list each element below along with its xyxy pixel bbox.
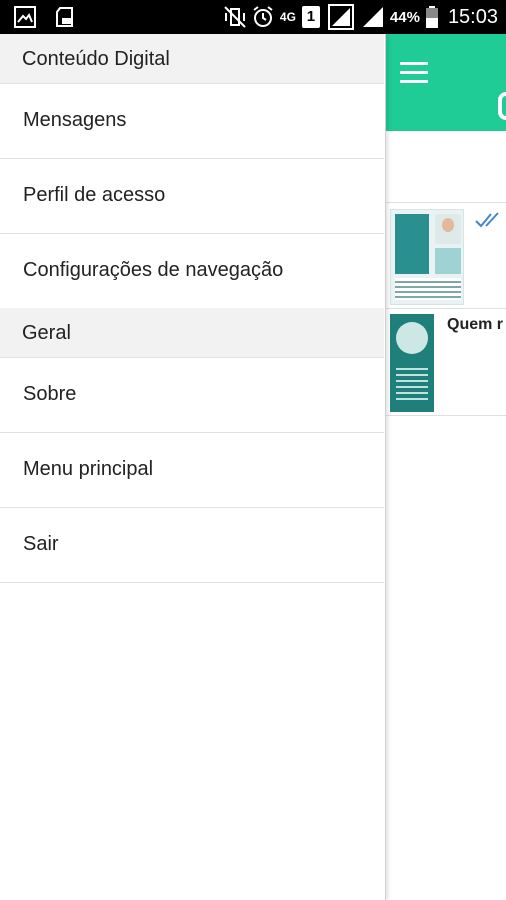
menu-item-label: Sair <box>23 533 59 555</box>
menu-item-mensagens[interactable]: Mensagens <box>0 84 384 159</box>
clock: 15:03 <box>447 5 498 28</box>
menu-item-perfil-de-acesso[interactable]: Perfil de acesso <box>0 159 384 234</box>
background-app: Quem r <box>386 34 506 900</box>
battery-icon <box>425 6 438 28</box>
sd-card-icon <box>56 7 73 27</box>
menu-item-menu-principal[interactable]: Menu principal <box>0 433 384 508</box>
screen: 4G 1 44% 15:03 Quem r Conteúdo Digital M… <box>0 0 506 900</box>
sim-1-icon: 1 <box>301 6 320 28</box>
document-thumbnail <box>390 314 434 412</box>
navigation-drawer: Conteúdo Digital Mensagens Perfil de ace… <box>0 34 386 900</box>
menu-item-sair[interactable]: Sair <box>0 508 384 583</box>
menu-item-label: Sobre <box>23 383 77 405</box>
list-item[interactable] <box>386 203 506 309</box>
network-type-label: 4G <box>279 10 296 24</box>
gallery-icon <box>14 6 36 28</box>
app-subheader <box>386 131 506 203</box>
menu-item-label: Menu principal <box>23 458 154 480</box>
signal-icon <box>327 4 354 30</box>
document-thumbnail <box>390 209 464 305</box>
list-item-title: Quem r <box>447 316 504 333</box>
vibrate-icon <box>224 6 246 28</box>
app-toolbar <box>386 34 506 131</box>
section-header-conteudo-digital: Conteúdo Digital <box>0 34 384 84</box>
section-header-label: Geral <box>22 322 71 344</box>
status-bar: 4G 1 44% 15:03 <box>0 0 506 34</box>
menu-item-configuracoes-de-navegacao[interactable]: Configurações de navegação <box>0 234 384 309</box>
menu-item-label: Perfil de acesso <box>23 184 166 206</box>
list-item[interactable]: Quem r <box>386 310 506 416</box>
menu-item-label: Mensagens <box>23 109 127 131</box>
app-title-fragment <box>498 92 506 120</box>
section-header-label: Conteúdo Digital <box>22 48 170 70</box>
hamburger-icon[interactable] <box>400 62 428 84</box>
battery-percent: 44% <box>389 8 420 26</box>
menu-item-label: Configurações de navegação <box>23 259 284 281</box>
alarm-icon <box>253 6 273 27</box>
menu-item-sobre[interactable]: Sobre <box>0 358 384 433</box>
double-check-icon <box>475 212 499 228</box>
signal-icon-2 <box>362 7 383 27</box>
section-header-geral: Geral <box>0 308 384 358</box>
